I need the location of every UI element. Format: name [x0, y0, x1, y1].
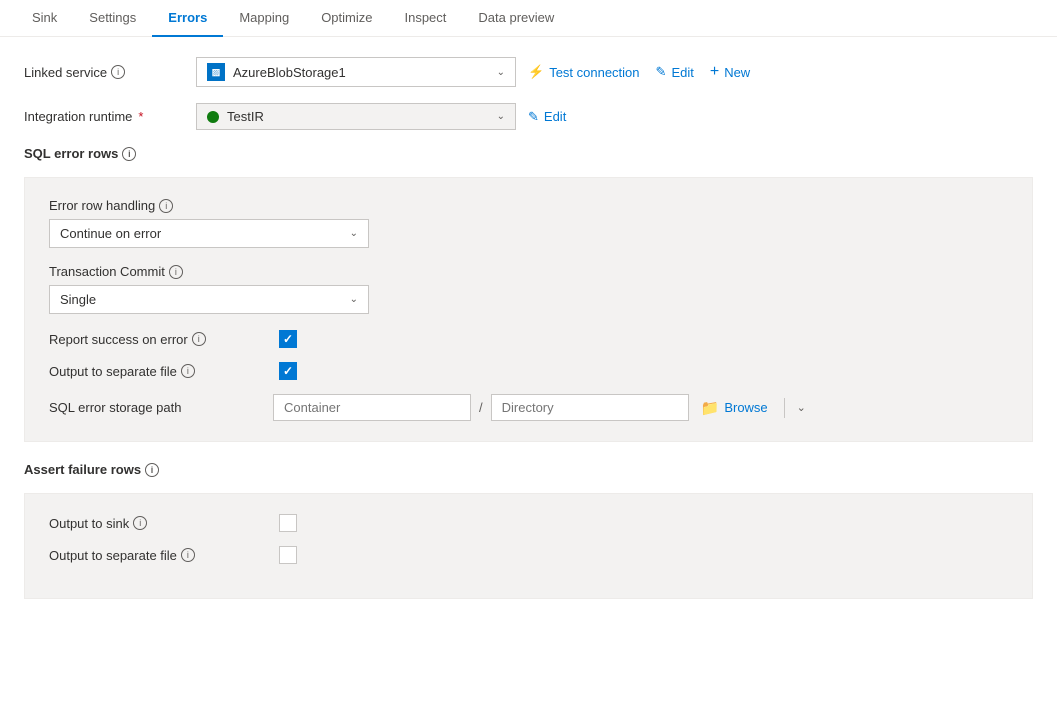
blob-storage-icon: ▨ — [207, 63, 225, 81]
test-connection-button[interactable]: ⚡ Test connection — [528, 64, 640, 80]
error-row-handling-chevron-icon: ⌄ — [350, 228, 358, 239]
assert-output-separate-file-info-icon[interactable]: i — [181, 548, 195, 562]
report-success-info-icon[interactable]: i — [192, 332, 206, 346]
directory-input[interactable] — [491, 394, 689, 421]
path-separator: / — [475, 400, 487, 415]
main-content: Linked service i ▨ AzureBlobStorage1 ⌄ ⚡… — [0, 37, 1057, 639]
transaction-commit-group: Transaction Commit i Single ⌄ — [49, 264, 1008, 314]
error-row-handling-info-icon[interactable]: i — [159, 199, 173, 213]
report-success-label: Report success on error i — [49, 332, 269, 347]
output-to-sink-info-icon[interactable]: i — [133, 516, 147, 530]
edit-integration-runtime-icon: ✎ — [528, 109, 539, 125]
error-row-handling-dropdown[interactable]: Continue on error ⌄ — [49, 219, 369, 248]
linked-service-chevron-icon: ⌄ — [497, 67, 505, 78]
output-separate-file-checkbox[interactable] — [279, 362, 297, 380]
integration-runtime-chevron-icon: ⌄ — [497, 111, 505, 122]
linked-service-actions: ⚡ Test connection ✎ Edit + New — [528, 63, 750, 81]
output-to-sink-row: Output to sink i — [49, 514, 1008, 532]
tab-settings[interactable]: Settings — [73, 0, 152, 37]
report-success-on-error-row: Report success on error i — [49, 330, 1008, 348]
sql-error-storage-path-row: SQL error storage path / 📁 Browse ⌄ — [49, 394, 1008, 421]
assert-failure-rows-panel: Output to sink i Output to separate file… — [24, 493, 1033, 599]
required-asterisk: * — [138, 109, 143, 124]
assert-failure-rows-title: Assert failure rows i — [24, 462, 1033, 477]
assert-failure-rows-section-header: Assert failure rows i — [24, 462, 1033, 477]
tab-optimize[interactable]: Optimize — [305, 0, 388, 37]
output-to-sink-checkbox[interactable] — [279, 514, 297, 532]
edit-integration-runtime-button[interactable]: ✎ Edit — [528, 109, 566, 125]
browse-expand-chevron-icon[interactable]: ⌄ — [793, 397, 810, 418]
report-success-checkbox[interactable] — [279, 330, 297, 348]
sql-error-rows-panel: Error row handling i Continue on error ⌄… — [24, 177, 1033, 442]
assert-failure-info-icon[interactable]: i — [145, 463, 159, 477]
linked-service-row: Linked service i ▨ AzureBlobStorage1 ⌄ ⚡… — [24, 57, 1033, 87]
tab-inspect[interactable]: Inspect — [388, 0, 462, 37]
assert-output-separate-file-checkbox[interactable] — [279, 546, 297, 564]
output-separate-file-label: Output to separate file i — [49, 364, 269, 379]
folder-icon: 📁 — [701, 399, 720, 417]
output-to-sink-label: Output to sink i — [49, 516, 269, 531]
assert-output-separate-file-label: Output to separate file i — [49, 548, 269, 563]
new-linked-service-button[interactable]: + New — [710, 63, 750, 81]
linked-service-label: Linked service i — [24, 65, 184, 80]
tab-mapping[interactable]: Mapping — [223, 0, 305, 37]
container-input[interactable] — [273, 394, 471, 421]
test-connection-icon: ⚡ — [528, 64, 544, 80]
tab-bar: Sink Settings Errors Mapping Optimize In… — [0, 0, 1057, 37]
integration-runtime-row: Integration runtime * TestIR ⌄ ✎ Edit — [24, 103, 1033, 130]
error-row-handling-group: Error row handling i Continue on error ⌄ — [49, 198, 1008, 248]
edit-linked-service-button[interactable]: ✎ Edit — [656, 64, 694, 80]
output-separate-file-row: Output to separate file i — [49, 362, 1008, 380]
transaction-commit-dropdown[interactable]: Single ⌄ — [49, 285, 369, 314]
tab-data-preview[interactable]: Data preview — [462, 0, 570, 37]
integration-runtime-label: Integration runtime * — [24, 109, 184, 124]
browse-divider — [784, 398, 785, 418]
linked-service-dropdown[interactable]: ▨ AzureBlobStorage1 ⌄ — [196, 57, 516, 87]
linked-service-info-icon[interactable]: i — [111, 65, 125, 79]
output-separate-file-info-icon[interactable]: i — [181, 364, 195, 378]
integration-runtime-value: TestIR — [227, 109, 264, 124]
browse-button[interactable]: 📁 Browse — [693, 395, 776, 421]
new-linked-service-plus-icon: + — [710, 63, 719, 81]
tab-sink[interactable]: Sink — [16, 0, 73, 37]
runtime-status-icon — [207, 111, 219, 123]
sql-error-storage-path-label: SQL error storage path — [49, 400, 269, 415]
edit-linked-service-icon: ✎ — [656, 64, 667, 80]
transaction-commit-chevron-icon: ⌄ — [350, 294, 358, 305]
integration-runtime-dropdown[interactable]: TestIR ⌄ — [196, 103, 516, 130]
assert-output-separate-file-row: Output to separate file i — [49, 546, 1008, 564]
sql-error-rows-section-header: SQL error rows i — [24, 146, 1033, 161]
transaction-commit-info-icon[interactable]: i — [169, 265, 183, 279]
error-row-handling-label: Error row handling i — [49, 198, 1008, 213]
tab-errors[interactable]: Errors — [152, 0, 223, 37]
transaction-commit-label: Transaction Commit i — [49, 264, 1008, 279]
sql-error-rows-title: SQL error rows i — [24, 146, 1033, 161]
sql-error-rows-info-icon[interactable]: i — [122, 147, 136, 161]
